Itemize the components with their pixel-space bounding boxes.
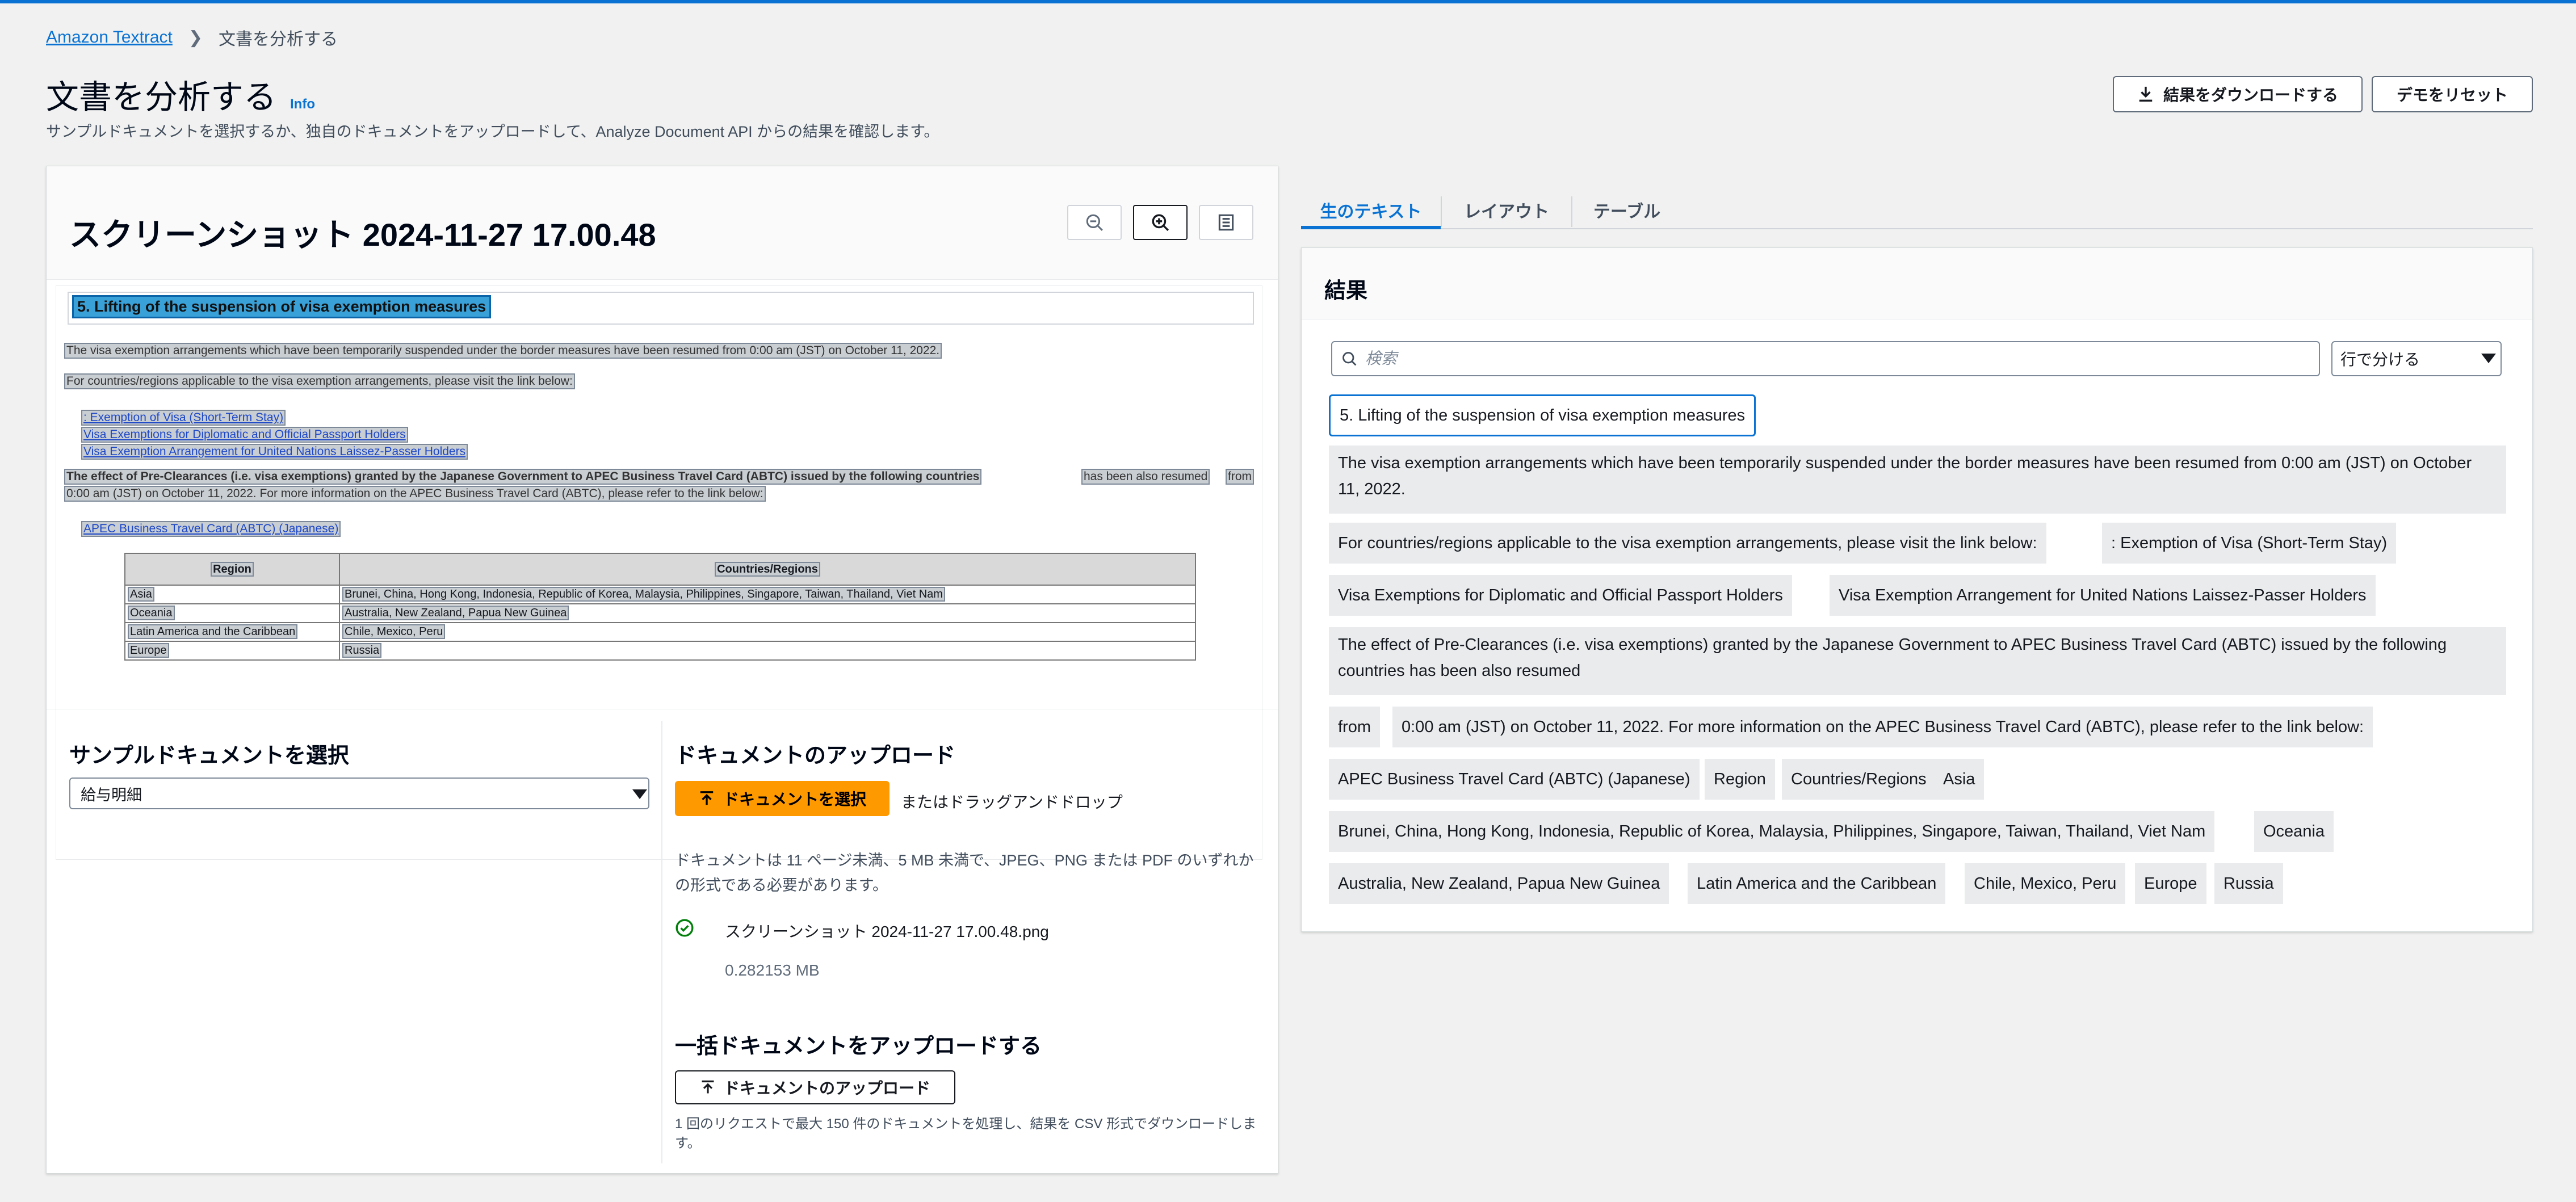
result-line-chip[interactable]: Visa Exemptions for Diplomatic and Offic… <box>1329 575 1792 616</box>
result-line-chip[interactable]: Asia <box>1934 759 1985 800</box>
split-mode-select[interactable]: 行で分ける <box>2331 341 2502 376</box>
result-line-chip[interactable]: Russia <box>2214 863 2283 904</box>
result-line-chip[interactable]: Australia, New Zealand, Papua New Guinea <box>1329 863 1669 904</box>
preview-table: Region Countries/Regions Asia Brunei, Ch… <box>124 553 1196 661</box>
zoom-out-button[interactable] <box>1067 205 1122 240</box>
upload-icon <box>702 1080 714 1094</box>
preview-link: APEC Business Travel Card (ABTC) (Japane… <box>81 521 341 537</box>
result-line-chip[interactable]: Oceania <box>2254 811 2334 852</box>
upload-icon <box>700 791 714 805</box>
uploaded-file-size: 0.282153 MB <box>725 961 820 979</box>
tab-layout[interactable]: レイアウト <box>1442 186 1571 229</box>
uploaded-file-name: スクリーンショット 2024-11-27 17.00.48.png <box>725 923 1049 940</box>
upload-heading: ドキュメントのアップロード <box>675 744 956 768</box>
result-line-chip[interactable]: Brunei, China, Hong Kong, Indonesia, Rep… <box>1329 811 2215 852</box>
choose-document-button[interactable]: ドキュメントを選択 <box>675 781 890 816</box>
top-accent-bar <box>0 0 2576 3</box>
sample-document-select[interactable]: 給与明細 <box>69 777 649 809</box>
table-header-cell: Countries/Regions <box>339 553 1196 586</box>
results-panel: 結果 行で分ける 5. Lifting of the suspension of… <box>1301 247 2533 932</box>
download-results-button[interactable]: 結果をダウンロードする <box>2113 76 2363 112</box>
breadcrumb: Amazon Textract ❯ 文書を分析する <box>46 25 338 50</box>
result-line-chip[interactable]: For countries/regions applicable to the … <box>1329 523 2046 564</box>
page-title-row: 文書を分析する Info <box>46 70 315 118</box>
preview-line: For countries/regions applicable to the … <box>64 373 575 389</box>
bulk-upload-heading: 一括ドキュメントをアップロードする <box>675 1035 1042 1058</box>
tab-table[interactable]: テーブル <box>1572 186 1681 229</box>
result-line-chip[interactable]: The visa exemption arrangements which ha… <box>1329 446 2506 514</box>
results-header: 結果 <box>1302 248 2532 320</box>
search-input[interactable] <box>1365 350 2273 368</box>
sample-heading: サンプルドキュメントを選択 <box>69 744 349 768</box>
result-line-chip[interactable]: The effect of Pre-Clearances (i.e. visa … <box>1329 627 2506 695</box>
table-row: Europe Russia <box>124 641 1196 661</box>
split-mode-value: 行で分ける <box>2340 351 2420 368</box>
tab-raw-text[interactable]: 生のテキスト <box>1301 186 1441 229</box>
result-line-chip[interactable]: : Exemption of Visa (Short-Term Stay) <box>2102 523 2397 564</box>
bulk-upload-note: 1 回のリクエストで最大 150 件のドキュメントを処理し、結果を CSV 形式… <box>675 1116 1257 1151</box>
info-link[interactable]: Info <box>290 96 315 112</box>
result-line-chip[interactable]: APEC Business Travel Card (ABTC) (Japane… <box>1329 759 1700 800</box>
fit-page-icon <box>1218 214 1234 231</box>
result-tabs: 生のテキスト レイアウト テーブル <box>1301 174 2533 229</box>
caret-down-icon <box>2481 354 2496 363</box>
preview-link: : Exemption of Visa (Short-Term Stay) <box>81 410 286 426</box>
reset-demo-label: デモをリセット <box>2396 86 2508 104</box>
preview-link: Visa Exemption Arrangement for United Na… <box>81 444 468 460</box>
result-line-chip[interactable]: Countries/Regions <box>1782 759 1936 800</box>
preview-paragraph-from: from <box>1226 469 1254 485</box>
success-check-icon <box>676 919 694 937</box>
reset-demo-button[interactable]: デモをリセット <box>2372 76 2533 112</box>
preview-heading: 5. Lifting of the suspension of visa exe… <box>72 295 492 318</box>
preview-paragraph-tail: has been also resumed <box>1081 469 1210 485</box>
results-search[interactable] <box>1331 341 2320 376</box>
result-line-chip[interactable]: Latin America and the Caribbean <box>1688 863 1946 904</box>
preview-line: The visa exemption arrangements which ha… <box>64 343 942 359</box>
result-line-chip[interactable]: Europe <box>2135 863 2206 904</box>
page-title: 文書を分析する <box>46 79 277 116</box>
fit-page-button[interactable] <box>1199 205 1253 240</box>
table-row: Latin America and the Caribbean Chile, M… <box>124 622 1196 642</box>
drag-drop-text: またはドラッグアンドドロップ <box>901 793 1123 811</box>
result-line-chip[interactable]: from <box>1329 707 1380 747</box>
chevron-right-icon: ❯ <box>188 28 203 47</box>
zoom-out-icon <box>1086 214 1103 231</box>
table-row: Asia Brunei, China, Hong Kong, Indonesia… <box>124 585 1196 604</box>
caret-down-icon <box>632 789 647 799</box>
table-header-cell: Region <box>124 553 340 586</box>
sample-selected-value: 給与明細 <box>81 786 142 804</box>
result-line-chip[interactable]: 5. Lifting of the suspension of visa exe… <box>1329 394 1756 436</box>
download-results-label: 結果をダウンロードする <box>2163 86 2338 104</box>
breadcrumb-root-link[interactable]: Amazon Textract <box>46 28 173 47</box>
bulk-upload-label: ドキュメントのアップロード <box>723 1079 930 1097</box>
document-controls: サンプルドキュメントを選択 給与明細 ドキュメントのアップロード ドキュメントを… <box>47 709 1278 1174</box>
table-row: Oceania Australia, New Zealand, Papua Ne… <box>124 603 1196 623</box>
search-icon <box>1342 352 1357 366</box>
preview-paragraph-line2: 0:00 am (JST) on October 11, 2022. For m… <box>64 486 766 502</box>
result-line-chip[interactable]: Chile, Mexico, Peru <box>1965 863 2126 904</box>
preview-paragraph-bold: The effect of Pre-Clearances (i.e. visa … <box>64 469 982 485</box>
document-title: スクリーンショット 2024-11-27 17.00.48 <box>69 217 656 253</box>
upload-constraints: ドキュメントは 11 ページ未満、5 MB 未満で、JPEG、PNG または P… <box>675 852 1254 894</box>
result-line-chip[interactable]: Region <box>1705 759 1775 800</box>
results-title: 結果 <box>1324 279 1368 303</box>
result-line-chip[interactable]: Visa Exemption Arrangement for United Na… <box>1830 575 2376 616</box>
breadcrumb-current: 文書を分析する <box>219 30 338 49</box>
download-icon <box>2139 86 2153 102</box>
result-line-chip[interactable]: 0:00 am (JST) on October 11, 2022. For m… <box>1392 707 2373 747</box>
preview-link: Visa Exemptions for Diplomatic and Offic… <box>81 427 408 443</box>
page-description: サンプルドキュメントを選択するか、独自のドキュメントをアップロードして、Anal… <box>46 123 939 140</box>
document-panel: スクリーンショット 2024-11-27 17.00.48 5. Lifting… <box>46 166 1278 1174</box>
zoom-in-icon <box>1152 214 1169 232</box>
choose-document-label: ドキュメントを選択 <box>723 791 866 808</box>
bulk-upload-button[interactable]: ドキュメントのアップロード <box>675 1070 955 1104</box>
zoom-in-button[interactable] <box>1133 205 1188 240</box>
column-divider <box>661 721 662 1163</box>
document-header: スクリーンショット 2024-11-27 17.00.48 <box>47 166 1278 280</box>
